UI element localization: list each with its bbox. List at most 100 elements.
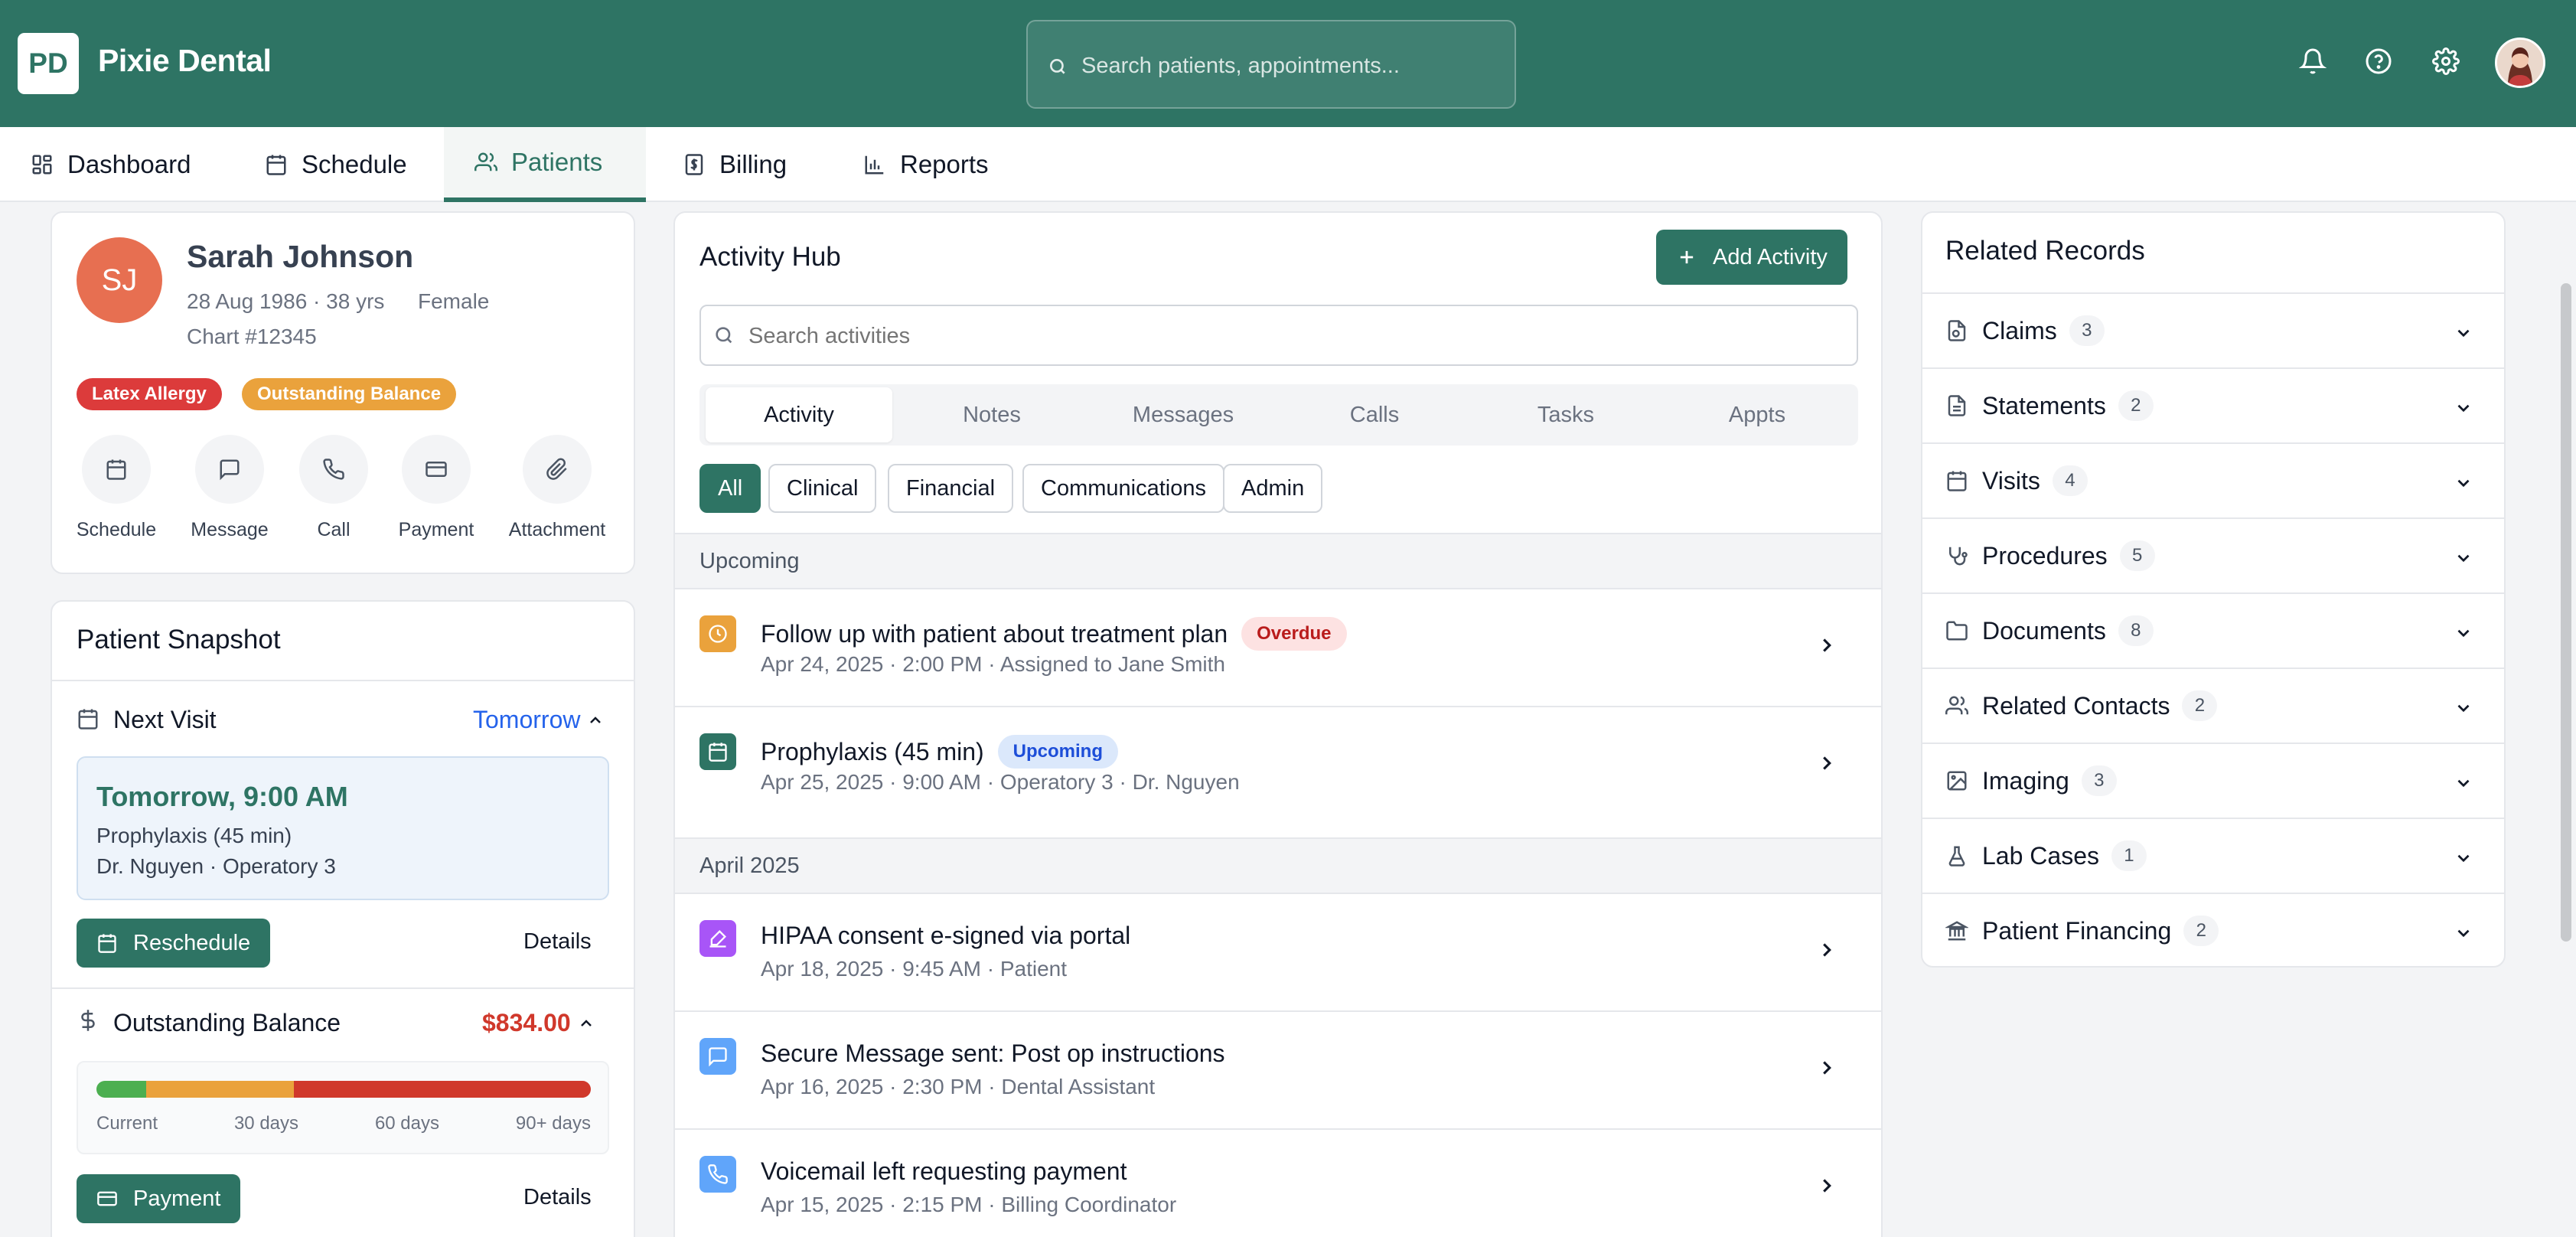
balance-label: Outstanding Balance xyxy=(113,1009,341,1036)
count-badge: 8 xyxy=(2118,615,2154,646)
clock-icon xyxy=(699,615,736,652)
next-visit-box: Tomorrow, 9:00 AM Prophylaxis (45 min) D… xyxy=(77,756,609,900)
balance-tag: Outstanding Balance xyxy=(242,378,457,410)
activity-item[interactable]: Prophylaxis (45 min) Upcoming Apr 25, 202… xyxy=(675,707,1881,825)
main-nav: Dashboard Schedule Patients Billing Repo… xyxy=(0,127,2576,202)
next-visit-when: Tomorrow xyxy=(473,706,581,733)
grid-icon xyxy=(31,153,54,176)
chevron-right-icon xyxy=(1815,752,1838,775)
message-icon xyxy=(699,1038,736,1075)
help-icon[interactable] xyxy=(2365,47,2392,75)
related-row-related-contacts[interactable]: Related Contacts 2 xyxy=(1922,667,2504,743)
filter-communications[interactable]: Communications xyxy=(1022,464,1224,513)
activity-item[interactable]: HIPAA consent e-signed via portal Apr 18… xyxy=(675,894,1881,1012)
activity-search[interactable] xyxy=(699,305,1858,366)
users-icon xyxy=(1945,694,1968,717)
nav-tab-label: Patients xyxy=(511,148,603,176)
calendar-icon xyxy=(77,707,99,730)
aging-segment xyxy=(145,1081,295,1098)
balance-details-link[interactable]: Details xyxy=(523,1185,592,1210)
balance-toggle[interactable]: $834.00 xyxy=(482,1009,595,1037)
chevron-down-icon xyxy=(2454,398,2473,418)
activity-item[interactable]: Secure Message sent: Post op instruction… xyxy=(675,1012,1881,1130)
bar-chart-icon xyxy=(863,153,886,176)
quick-action-schedule[interactable]: Schedule xyxy=(55,435,178,541)
filter-admin[interactable]: Admin xyxy=(1223,464,1323,513)
count-badge: 5 xyxy=(2119,540,2155,571)
patient-avatar: SJ xyxy=(77,237,162,323)
chevron-up-icon xyxy=(577,1014,595,1033)
activity-item[interactable]: Follow up with patient about treatment p… xyxy=(675,589,1881,707)
quick-action-label: Attachment xyxy=(508,519,606,540)
filter-clinical[interactable]: Clinical xyxy=(768,464,877,513)
gear-icon[interactable] xyxy=(2432,47,2460,75)
filter-all[interactable]: All xyxy=(699,464,761,513)
plus-icon xyxy=(1676,246,1697,268)
next-visit-details-link[interactable]: Details xyxy=(523,929,592,955)
activity-search-input[interactable] xyxy=(748,317,1820,355)
activity-title: Follow up with patient about treatment p… xyxy=(761,619,1228,648)
calendar-icon xyxy=(265,153,288,176)
global-search-input[interactable] xyxy=(1081,44,1495,87)
activity-subtitle: Apr 16, 2025 · 2:30 PM · Dental Assistan… xyxy=(761,1075,1156,1098)
next-visit-toggle[interactable]: Tomorrow xyxy=(473,706,605,734)
tab-appts[interactable]: Appts xyxy=(1664,384,1850,446)
tab-tasks[interactable]: Tasks xyxy=(1472,384,1659,446)
related-row-procedures[interactable]: Procedures 5 xyxy=(1922,517,2504,592)
related-row-patient-financing[interactable]: Patient Financing 2 xyxy=(1922,893,2504,968)
related-row-statements[interactable]: Statements 2 xyxy=(1922,367,2504,442)
activity-subtitle: Apr 24, 2025 · 2:00 PM · Assigned to Jan… xyxy=(761,652,1226,676)
nav-tab-label: Billing xyxy=(719,150,787,178)
chevron-down-icon xyxy=(2454,473,2473,493)
app-logo[interactable]: PD xyxy=(18,33,79,94)
tab-calls[interactable]: Calls xyxy=(1281,384,1468,446)
add-activity-button[interactable]: Add Activity xyxy=(1656,230,1847,285)
nav-tab-dashboard[interactable]: Dashboard xyxy=(0,127,221,202)
nav-tab-billing[interactable]: Billing xyxy=(652,127,817,202)
related-row-lab-cases[interactable]: Lab Cases 1 xyxy=(1922,818,2504,893)
phone-icon xyxy=(322,458,345,481)
chevron-right-icon xyxy=(1815,1174,1838,1197)
search-icon xyxy=(1048,57,1068,77)
global-search[interactable] xyxy=(1026,20,1516,109)
aging-label: 90+ days xyxy=(515,1113,591,1134)
quick-action-payment[interactable]: Payment xyxy=(375,435,497,541)
tab-activity[interactable]: Activity xyxy=(706,387,892,442)
quick-action-label: Payment xyxy=(398,519,474,540)
activity-title: Secure Message sent: Post op instruction… xyxy=(761,1040,1225,1067)
activity-title: Prophylaxis (45 min) xyxy=(761,737,984,765)
reschedule-label: Reschedule xyxy=(133,930,251,955)
related-row-visits[interactable]: Visits 4 xyxy=(1922,442,2504,517)
flask-icon xyxy=(1945,844,1968,867)
document-icon xyxy=(1945,394,1968,417)
count-badge: 3 xyxy=(2069,315,2105,346)
related-records-card: Related Records Claims 3 Statements 2 Vi… xyxy=(1921,211,2506,968)
paperclip-icon xyxy=(546,458,569,481)
nav-tab-schedule[interactable]: Schedule xyxy=(234,127,438,202)
balance-amount: $834.00 xyxy=(482,1009,571,1036)
payment-button[interactable]: Payment xyxy=(77,1174,241,1223)
tab-messages[interactable]: Messages xyxy=(1090,384,1277,446)
chevron-down-icon xyxy=(2454,323,2473,343)
filter-financial[interactable]: Financial xyxy=(888,464,1014,513)
reschedule-button[interactable]: Reschedule xyxy=(77,919,271,968)
chevron-down-icon xyxy=(2454,623,2473,643)
bell-icon[interactable] xyxy=(2299,47,2327,75)
aging-box: Current 30 days 60 days 90+ days xyxy=(77,1061,609,1154)
phone-icon xyxy=(699,1156,736,1193)
activity-hub-title: Activity Hub xyxy=(699,242,841,272)
related-row-imaging[interactable]: Imaging 3 xyxy=(1922,743,2504,818)
related-label: Statements xyxy=(1982,391,2106,419)
activity-item[interactable]: Voicemail left requesting payment Apr 15… xyxy=(675,1130,1881,1237)
aging-labels: Current 30 days 60 days 90+ days xyxy=(96,1113,591,1134)
quick-action-label: Schedule xyxy=(76,519,157,540)
related-row-documents[interactable]: Documents 8 xyxy=(1922,592,2504,667)
related-row-claims[interactable]: Claims 3 xyxy=(1922,292,2504,367)
page-scrollbar[interactable] xyxy=(2561,283,2571,942)
user-avatar[interactable] xyxy=(2495,38,2545,88)
nav-tab-reports[interactable]: Reports xyxy=(833,127,1019,202)
chevron-down-icon xyxy=(2454,698,2473,718)
nav-tab-patients[interactable]: Patients xyxy=(444,127,646,202)
tab-notes[interactable]: Notes xyxy=(898,384,1085,446)
quick-action-attachment[interactable]: Attachment xyxy=(496,435,618,541)
